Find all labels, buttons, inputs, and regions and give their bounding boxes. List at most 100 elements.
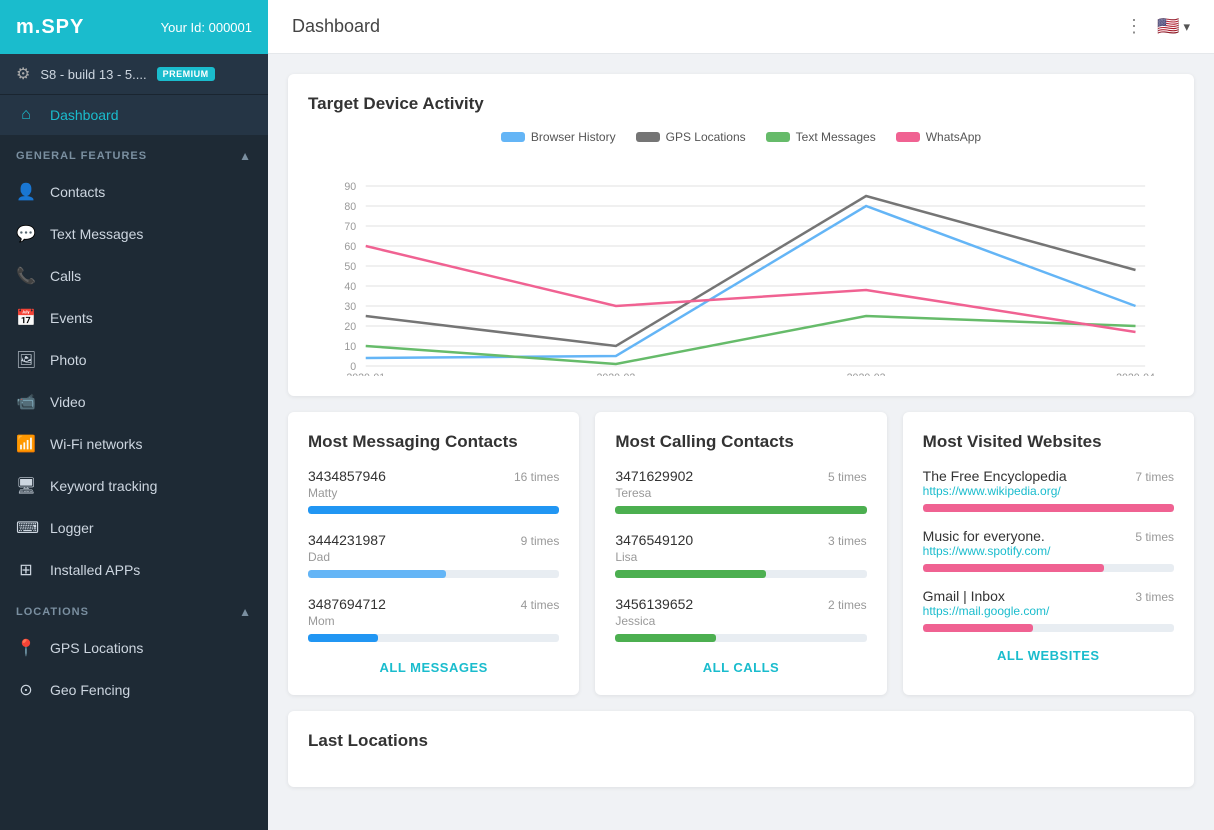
contact-row: 3487694712 4 times xyxy=(308,596,559,612)
contact-times: 16 times xyxy=(514,470,559,484)
website-times: 7 times xyxy=(1135,470,1174,484)
sidebar-item-installed-apps[interactable]: ⊞ Installed APPs xyxy=(0,549,268,591)
contact-name: Mom xyxy=(308,614,559,628)
chevron-up-icon: ▲ xyxy=(239,149,252,163)
sidebar-item-photo[interactable]: 🖼 Photo xyxy=(0,339,268,381)
svg-text:20: 20 xyxy=(344,321,356,333)
website-times: 5 times xyxy=(1135,530,1174,544)
user-id: Your Id: 000001 xyxy=(161,20,252,35)
sidebar-item-video[interactable]: 📹 Video xyxy=(0,381,268,423)
legend-whatsapp: WhatsApp xyxy=(896,130,981,144)
sidebar-item-wifi[interactable]: 📶 Wi-Fi networks xyxy=(0,423,268,465)
app-logo: m.SPY xyxy=(16,16,84,39)
sidebar-item-label: Keyword tracking xyxy=(50,478,157,494)
sidebar-item-label: Text Messages xyxy=(50,226,143,242)
sidebar-item-logger[interactable]: ⌨ Logger xyxy=(0,507,268,549)
calling-contacts-card: Most Calling Contacts 3471629902 5 times… xyxy=(595,412,886,695)
call-icon: 📞 xyxy=(16,266,36,286)
website-item: The Free Encyclopedia https://www.wikipe… xyxy=(923,468,1174,512)
contacts-icon: 👤 xyxy=(16,182,36,202)
sidebar-item-label: Dashboard xyxy=(50,107,119,123)
website-url[interactable]: https://www.wikipedia.org/ xyxy=(923,484,1067,498)
contact-row: 3444231987 9 times xyxy=(308,532,559,548)
sidebar-item-label: Events xyxy=(50,310,93,326)
svg-text:10: 10 xyxy=(344,341,356,353)
sidebar-item-label: Wi-Fi networks xyxy=(50,436,143,452)
contact-name: Jessica xyxy=(615,614,866,628)
line-browser-history xyxy=(366,206,1136,358)
contact-item: 3476549120 3 times Lisa xyxy=(615,532,866,578)
device-name: S8 - build 13 - 5.... xyxy=(40,67,146,82)
contact-row: 3456139652 2 times xyxy=(615,596,866,612)
gps-icon: 📍 xyxy=(16,638,36,658)
contact-number: 3487694712 xyxy=(308,596,386,612)
contact-times: 4 times xyxy=(521,598,560,612)
legend-gps-locations: GPS Locations xyxy=(636,130,746,144)
contact-bar-bg xyxy=(308,506,559,514)
svg-text:70: 70 xyxy=(344,221,356,233)
svg-text:2020-02: 2020-02 xyxy=(597,372,636,376)
activity-chart-card: Target Device Activity Browser History G… xyxy=(288,74,1194,396)
svg-text:2020-03: 2020-03 xyxy=(847,372,886,376)
website-item: Gmail | Inbox https://mail.google.com/ 3… xyxy=(923,588,1174,632)
svg-text:30: 30 xyxy=(344,301,356,313)
line-whatsapp xyxy=(366,246,1136,332)
all-calls-link[interactable]: ALL CALLS xyxy=(615,660,866,675)
sidebar-item-calls[interactable]: 📞 Calls xyxy=(0,255,268,297)
general-features-header: GENERAL FEATURES ▲ xyxy=(0,135,268,171)
website-bar-bg xyxy=(923,624,1174,632)
sidebar-item-events[interactable]: 📅 Events xyxy=(0,297,268,339)
website-row: The Free Encyclopedia https://www.wikipe… xyxy=(923,468,1174,504)
last-locations-title: Last Locations xyxy=(308,731,1174,751)
sidebar-item-dashboard[interactable]: ⌂ Dashboard xyxy=(0,95,268,135)
legend-color-dot xyxy=(636,132,660,142)
all-websites-link[interactable]: ALL WEBSITES xyxy=(923,648,1174,663)
photo-icon: 🖼 xyxy=(16,350,36,370)
sidebar-header: m.SPY Your Id: 000001 xyxy=(0,0,268,54)
contact-name: Dad xyxy=(308,550,559,564)
legend-label: GPS Locations xyxy=(666,130,746,144)
contact-bar-bg xyxy=(308,634,559,642)
sidebar-item-contacts[interactable]: 👤 Contacts xyxy=(0,171,268,213)
contact-bar-bg xyxy=(615,570,866,578)
logger-icon: ⌨ xyxy=(16,518,36,538)
messaging-contacts-card: Most Messaging Contacts 3434857946 16 ti… xyxy=(288,412,579,695)
website-title: The Free Encyclopedia xyxy=(923,468,1067,484)
svg-text:80: 80 xyxy=(344,201,356,213)
all-messages-link[interactable]: ALL MESSAGES xyxy=(308,660,559,675)
topbar: Dashboard ⋮ 🇺🇸 ▾ xyxy=(268,0,1214,54)
apps-icon: ⊞ xyxy=(16,560,36,580)
sidebar-item-gps-locations[interactable]: 📍 GPS Locations xyxy=(0,627,268,669)
contact-item: 3434857946 16 times Matty xyxy=(308,468,559,514)
sidebar-item-keyword-tracking[interactable]: 🖥 Keyword tracking xyxy=(0,465,268,507)
contact-row: 3434857946 16 times xyxy=(308,468,559,484)
flag-icon: 🇺🇸 xyxy=(1157,16,1179,37)
more-options-icon[interactable]: ⋮ xyxy=(1125,16,1145,37)
chevron-up-icon: ▲ xyxy=(239,605,252,619)
sidebar-item-text-messages[interactable]: 💬 Text Messages xyxy=(0,213,268,255)
sidebar: m.SPY Your Id: 000001 ⚙ S8 - build 13 - … xyxy=(0,0,268,830)
contact-number: 3444231987 xyxy=(308,532,386,548)
sidebar-item-geo-fencing[interactable]: ⊙ Geo Fencing xyxy=(0,669,268,711)
contact-bar-fill xyxy=(308,506,559,514)
sidebar-item-label: Contacts xyxy=(50,184,105,200)
sidebar-item-label: GPS Locations xyxy=(50,640,143,656)
website-title: Gmail | Inbox xyxy=(923,588,1050,604)
svg-text:2020-04: 2020-04 xyxy=(1116,372,1155,376)
contact-row: 3471629902 5 times xyxy=(615,468,866,484)
language-selector[interactable]: 🇺🇸 ▾ xyxy=(1157,16,1190,37)
contact-number: 3476549120 xyxy=(615,532,693,548)
website-times: 3 times xyxy=(1135,590,1174,604)
website-url[interactable]: https://mail.google.com/ xyxy=(923,604,1050,618)
website-bar-bg xyxy=(923,504,1174,512)
events-icon: 📅 xyxy=(16,308,36,328)
contact-number: 3434857946 xyxy=(308,468,386,484)
contact-bar-fill xyxy=(615,570,766,578)
legend-label: Text Messages xyxy=(796,130,876,144)
website-url[interactable]: https://www.spotify.com/ xyxy=(923,544,1051,558)
contact-bar-bg xyxy=(615,634,866,642)
stats-cards-grid: Most Messaging Contacts 3434857946 16 ti… xyxy=(288,412,1194,695)
svg-text:60: 60 xyxy=(344,241,356,253)
topbar-right: ⋮ 🇺🇸 ▾ xyxy=(1125,16,1190,37)
contact-bar-fill xyxy=(615,634,716,642)
